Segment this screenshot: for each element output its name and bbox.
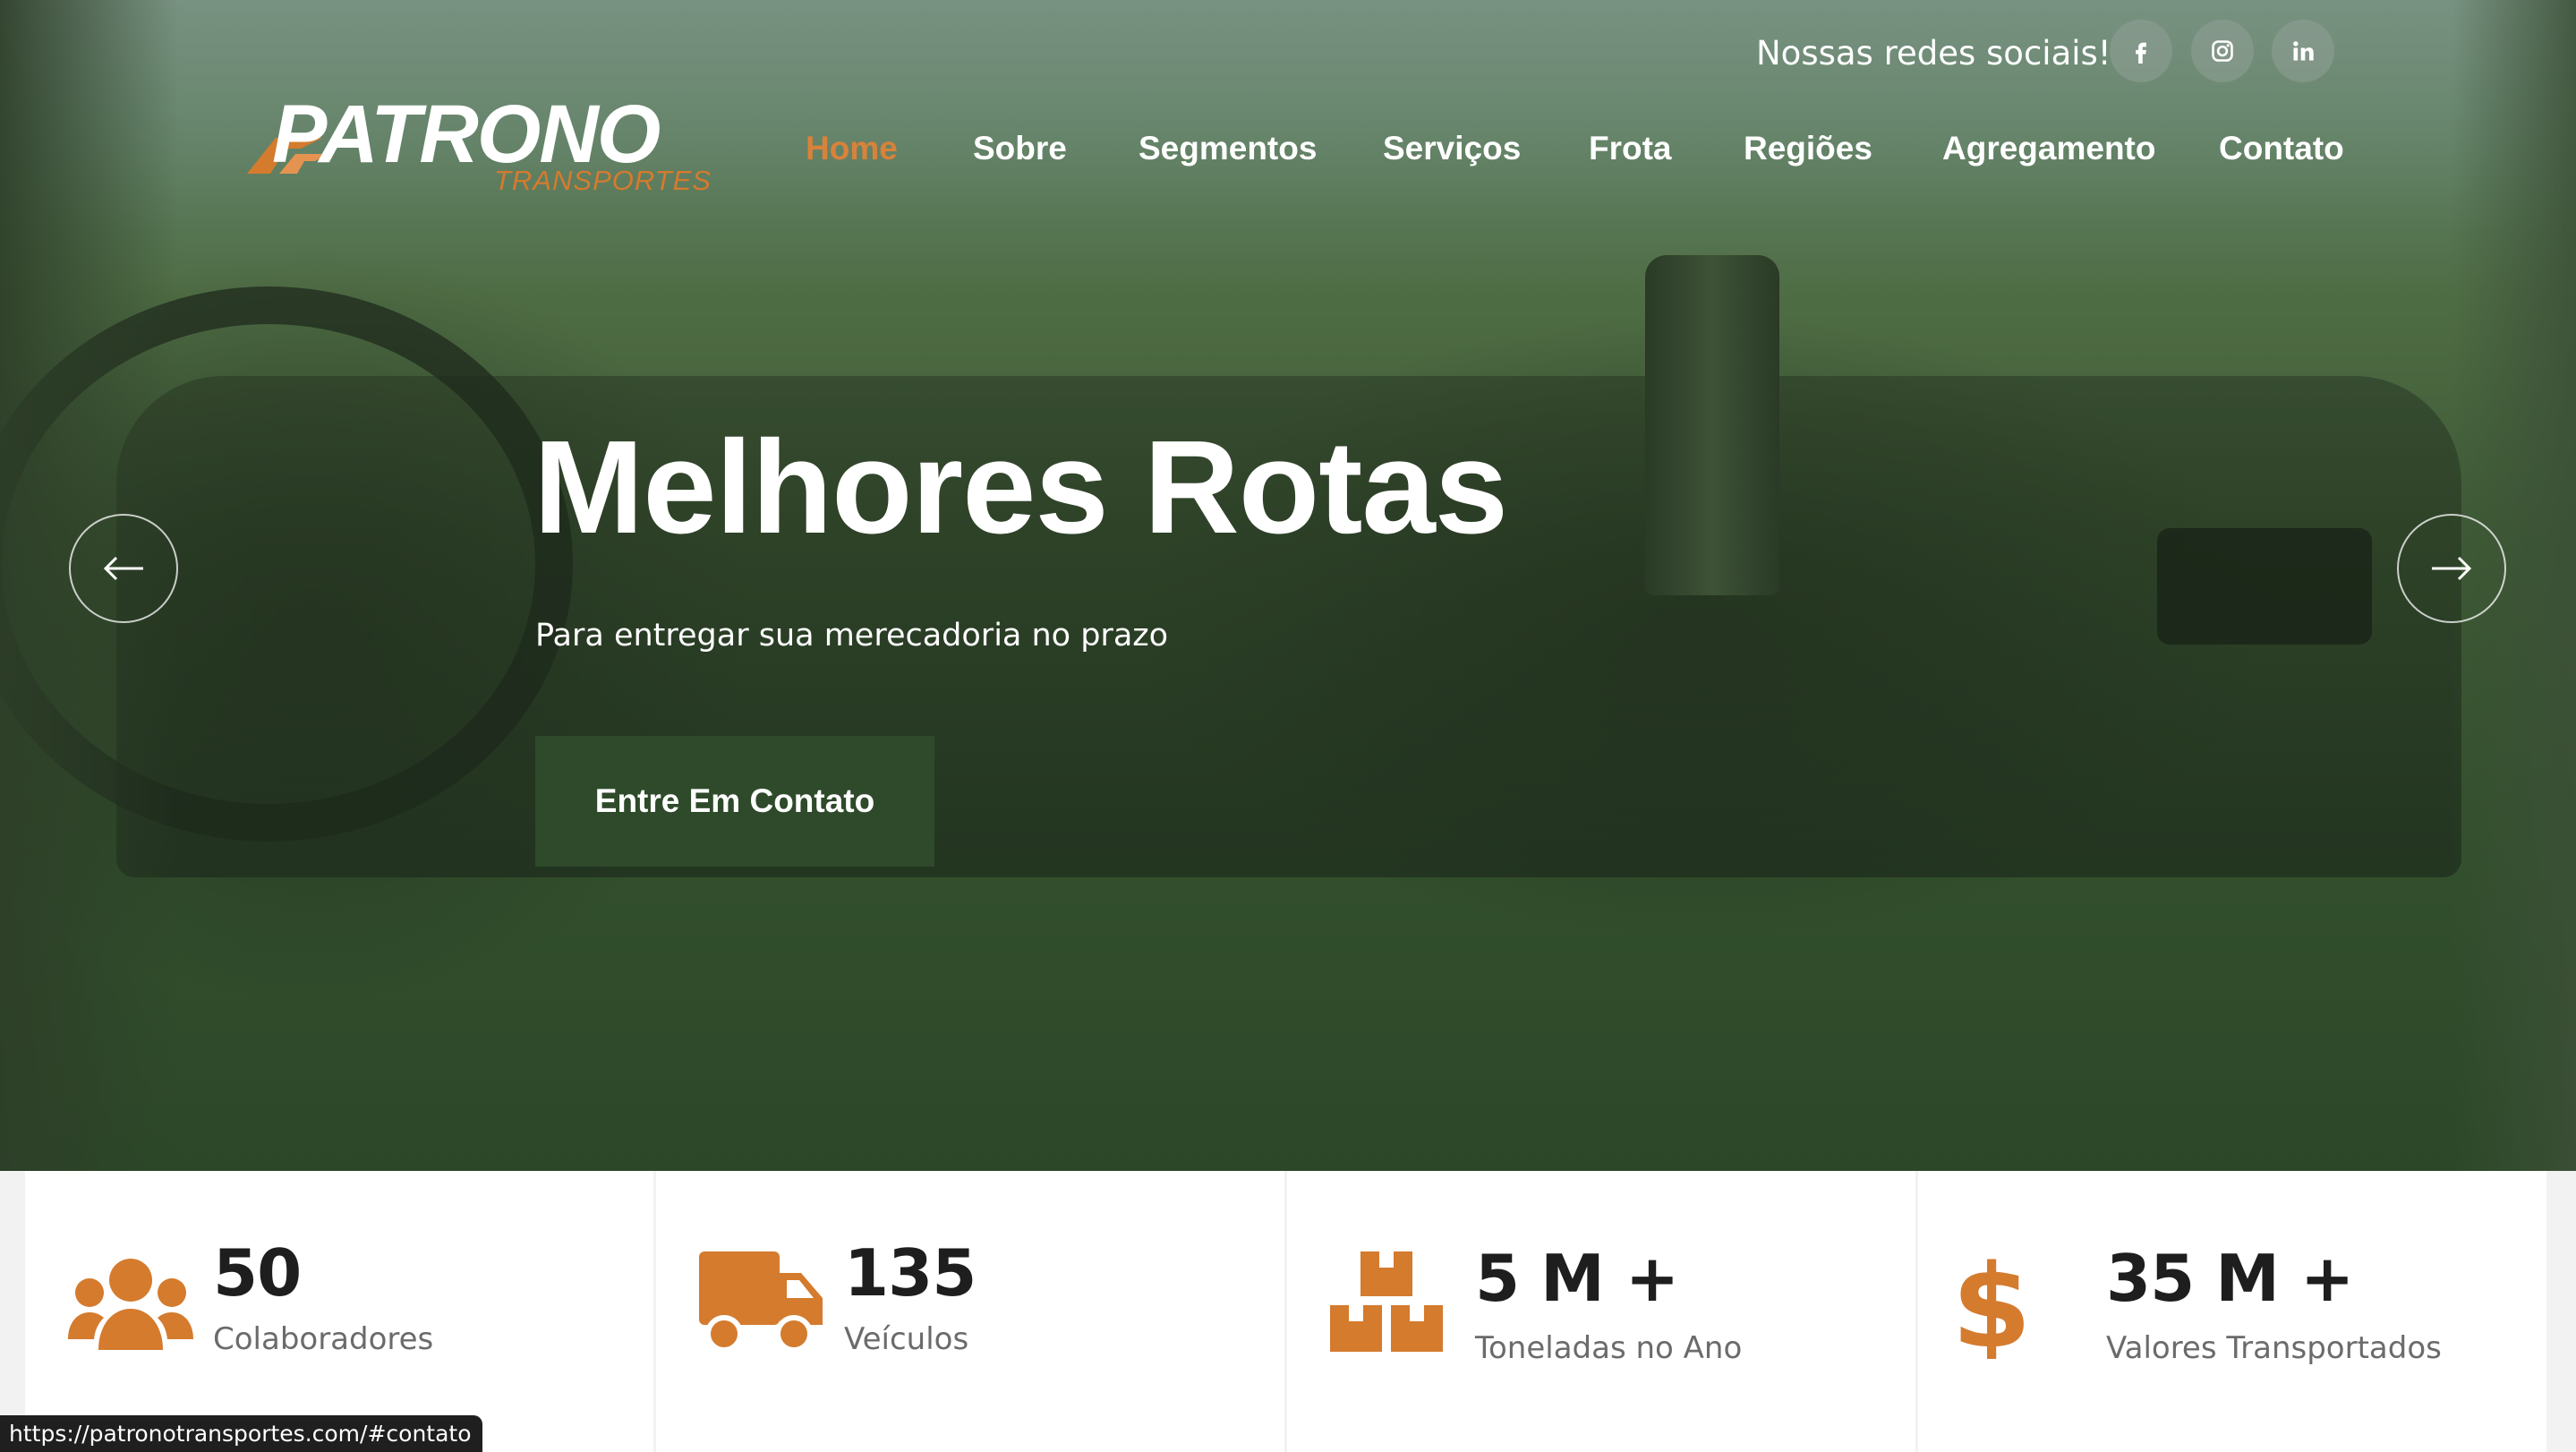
stat-value: 135	[844, 1235, 977, 1311]
stat-value: 35 M +	[2106, 1241, 2354, 1316]
instagram-button[interactable]	[2191, 20, 2254, 82]
dollar-icon: $	[1956, 1251, 2027, 1359]
stat-label: Colaboradores	[213, 1321, 434, 1357]
facebook-button[interactable]	[2110, 20, 2172, 82]
nav-segmentos[interactable]: Segmentos	[1139, 130, 1317, 167]
instagram-icon	[2212, 40, 2233, 62]
stat-label: Veículos	[844, 1321, 969, 1357]
stat-card-valores: $ 35 M + Valores Transportados	[1918, 1171, 2546, 1452]
linkedin-button[interactable]	[2272, 20, 2334, 82]
hero-background-vent	[2157, 528, 2372, 645]
facebook-icon	[2136, 42, 2146, 64]
logo[interactable]: PATRONO TRANSPORTES	[240, 89, 711, 204]
browser-status-url: https://patronotransportes.com/#contato	[0, 1415, 482, 1452]
stat-card-veiculos: 135 Veículos	[656, 1171, 1284, 1452]
contact-cta-button[interactable]: Entre Em Contato	[535, 736, 934, 867]
social-label: Nossas redes sociais!	[1756, 34, 2111, 73]
nav-regioes[interactable]: Regiões	[1744, 130, 1872, 167]
stat-label: Toneladas no Ano	[1475, 1330, 1743, 1366]
slider-prev-button[interactable]	[69, 514, 178, 623]
people-icon	[68, 1259, 193, 1350]
stat-card-colaboradores: 50 Colaboradores	[25, 1171, 653, 1452]
svg-text:$: $	[1956, 1251, 2027, 1359]
linkedin-icon	[2293, 41, 2314, 61]
logo-subtitle: TRANSPORTES	[494, 165, 712, 196]
arrow-right-icon	[2432, 556, 2472, 581]
hero-title: Melhores Rotas	[533, 414, 1508, 561]
nav-contato[interactable]: Contato	[2219, 130, 2344, 167]
nav-servicos[interactable]: Serviços	[1383, 130, 1521, 167]
truck-icon	[699, 1251, 823, 1353]
arrow-left-icon	[103, 556, 143, 581]
stat-value: 5 M +	[1475, 1241, 1679, 1316]
nav-frota[interactable]: Frota	[1589, 130, 1672, 167]
slider-next-button[interactable]	[2397, 514, 2506, 623]
stat-card-toneladas: 5 M + Toneladas no Ano	[1287, 1171, 1915, 1452]
hero-subtitle: Para entregar sua merecadoria no prazo	[535, 618, 1169, 653]
stat-value: 50	[213, 1235, 302, 1311]
nav-sobre[interactable]: Sobre	[973, 130, 1067, 167]
nav-agregamento[interactable]: Agregamento	[1942, 130, 2155, 167]
hero-slider: Nossas redes sociais! PATRONO TRANSPORTE…	[0, 0, 2576, 1171]
boxes-icon	[1330, 1251, 1443, 1352]
nav-home[interactable]: Home	[806, 130, 898, 167]
hero-background-thermos	[1645, 255, 1779, 595]
stat-label: Valores Transportados	[2106, 1330, 2442, 1366]
